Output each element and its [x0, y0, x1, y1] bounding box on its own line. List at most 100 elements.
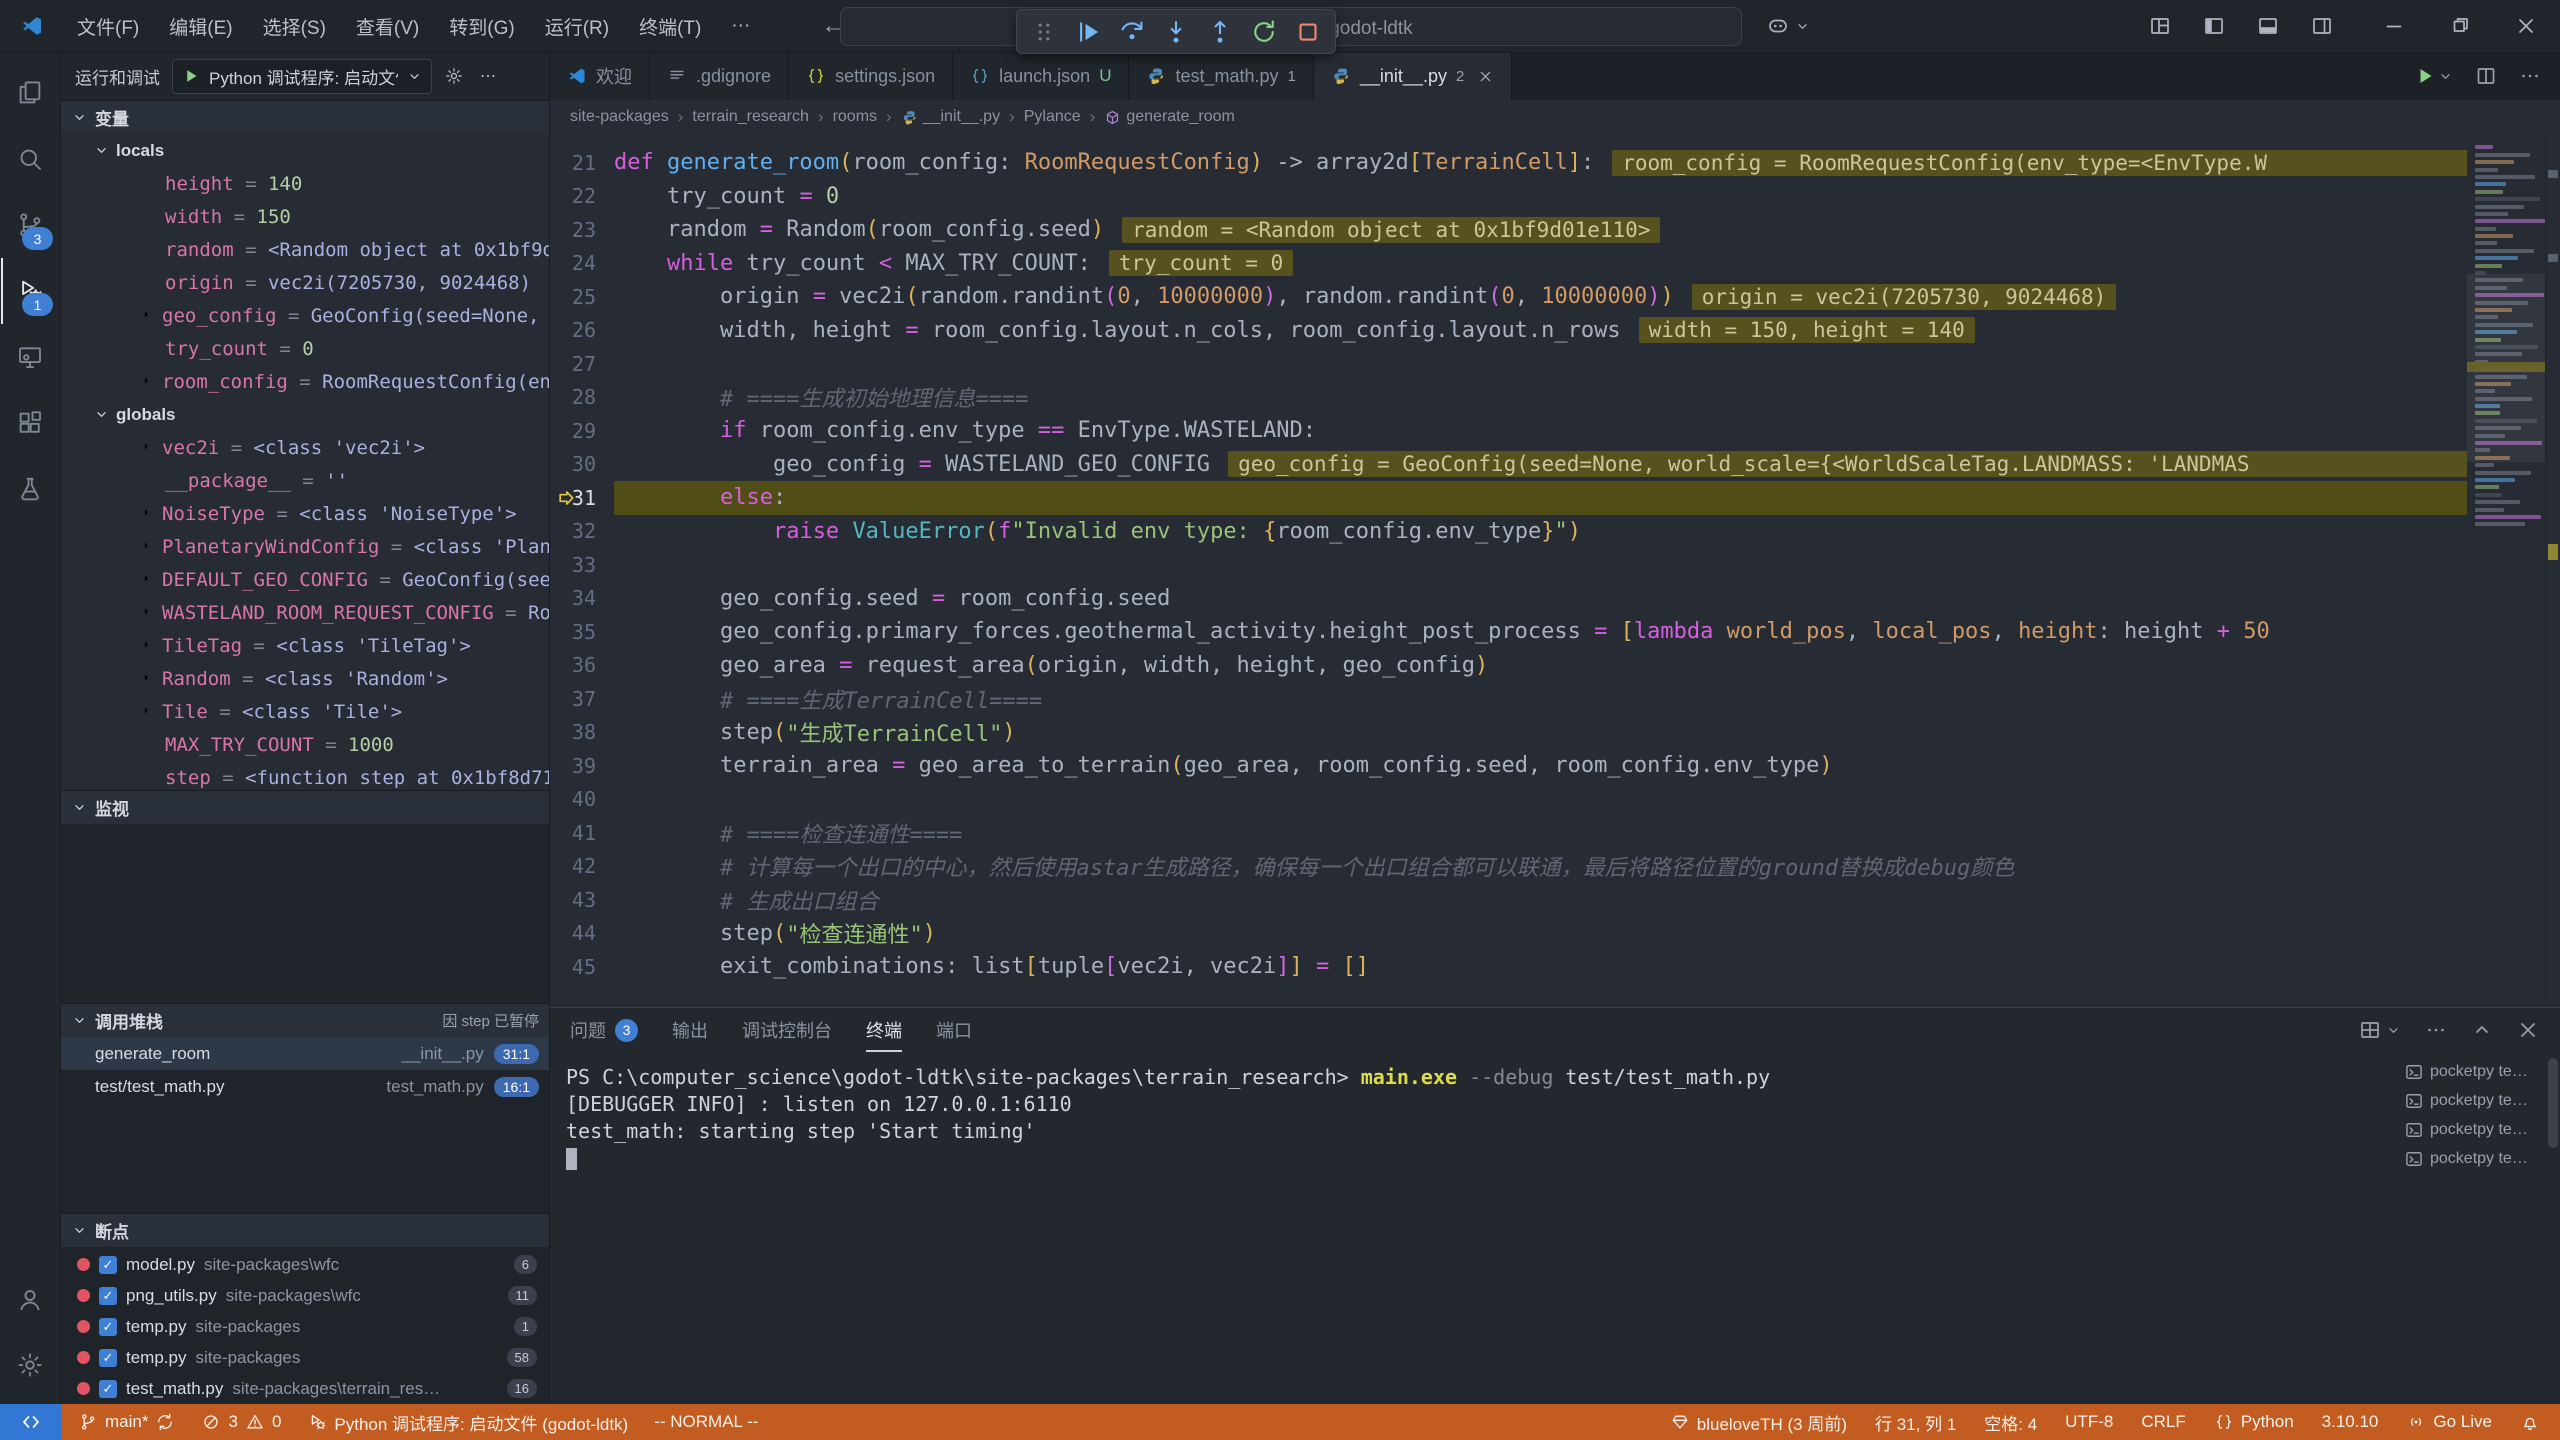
status-item[interactable] — [2520, 1412, 2540, 1432]
terminal-instance[interactable]: pocketpy te… — [2404, 1091, 2546, 1111]
callstack-frame[interactable]: test/test_math.pytest_math.py16:1 — [61, 1070, 549, 1103]
copilot-icon[interactable] — [1766, 14, 1790, 38]
menu-item[interactable]: 终端(T) — [624, 8, 716, 44]
variable-row[interactable]: try_count = 0 — [61, 332, 549, 365]
terminal-layout-icon[interactable] — [2358, 1018, 2382, 1042]
status-item-main*[interactable]: main* — [78, 1412, 175, 1432]
variable-row[interactable]: __package__ = '' — [61, 464, 549, 497]
code-line-33[interactable]: 33 — [550, 548, 2467, 582]
breadcrumb-item[interactable]: rooms — [833, 108, 877, 126]
code-line-44[interactable]: 44 step("检查连通性") — [550, 917, 2467, 951]
tab-test_math.py[interactable]: test_math.py1 — [1129, 52, 1313, 100]
panel-tab-输出[interactable]: 输出 — [672, 1008, 708, 1052]
variable-row[interactable]: width = 150 — [61, 200, 549, 233]
code-line-32[interactable]: 32 raise ValueError(f"Invalid env type: … — [550, 515, 2467, 549]
code-line-23[interactable]: 23 random = Random(room_config.seed)rand… — [550, 213, 2467, 247]
activity-remote-explorer[interactable] — [1, 324, 59, 390]
step-into-button[interactable] — [1159, 15, 1193, 49]
code-line-27[interactable]: 27 — [550, 347, 2467, 381]
variables-group[interactable]: locals — [61, 134, 549, 167]
status-item--- NORMAL --[interactable]: -- NORMAL -- — [654, 1412, 758, 1432]
code-line-36[interactable]: 36 geo_area = request_area(origin, width… — [550, 649, 2467, 683]
variables-group[interactable]: globals — [61, 398, 549, 431]
menu-item[interactable]: ··· — [716, 8, 765, 44]
variable-row[interactable]: DEFAULT_GEO_CONFIG = GeoConfig(seed=1… — [61, 563, 549, 596]
variable-row[interactable]: origin = vec2i(7205730, 9024468) — [61, 266, 549, 299]
variable-row[interactable]: MAX_TRY_COUNT = 1000 — [61, 728, 549, 761]
panel-tab-调试控制台[interactable]: 调试控制台 — [742, 1008, 832, 1052]
more-actions-icon[interactable] — [478, 66, 498, 86]
activity-account[interactable] — [1, 1266, 59, 1332]
variable-row[interactable]: Random = <class 'Random'> — [61, 662, 549, 695]
panel-tab-问题[interactable]: 问题3 — [570, 1008, 638, 1052]
close-tab-icon[interactable] — [1477, 68, 1494, 85]
run-python-file-icon[interactable] — [2413, 64, 2437, 88]
variable-row[interactable]: WASTELAND_ROOM_REQUEST_CONFIG = RoomR… — [61, 596, 549, 629]
variable-row[interactable]: PlanetaryWindConfig = <class 'Planeta… — [61, 530, 549, 563]
variable-row[interactable]: step = <function step at 0x1bf8d716d… — [61, 761, 549, 790]
debug-continue-button[interactable] — [1071, 15, 1105, 49]
code-line-37[interactable]: 37 # ====生成TerrainCell==== — [550, 682, 2467, 716]
terminal-scrollbar[interactable] — [2546, 1052, 2560, 1404]
status-item-Go Live[interactable]: Go Live — [2406, 1412, 2492, 1432]
debug-config-select[interactable]: Python 调试程序: 启动文件 — [172, 59, 432, 94]
breakpoint-checkbox[interactable]: ✓ — [99, 1380, 117, 1398]
step-over-button[interactable] — [1115, 15, 1149, 49]
chevron-down-icon[interactable] — [2385, 1022, 2402, 1039]
status-item-空格: 4[interactable]: 空格: 4 — [1984, 1410, 2037, 1435]
code-line-29[interactable]: 29 if room_config.env_type == EnvType.WA… — [550, 414, 2467, 448]
code-line-25[interactable]: 25 origin = vec2i(random.randint(0, 1000… — [550, 280, 2467, 314]
minimap-slider[interactable] — [2467, 274, 2545, 462]
customize-layout-icon[interactable] — [2148, 14, 2172, 38]
code-line-26[interactable]: 26 width, height = room_config.layout.n_… — [550, 314, 2467, 348]
breadcrumb-item[interactable]: Pylance — [1024, 108, 1081, 126]
window-minimize-icon[interactable] — [2382, 14, 2406, 38]
breakpoint-row[interactable]: ✓test_math.pysite-packages\terrain_res…1… — [61, 1373, 549, 1404]
status-item-CRLF[interactable]: CRLF — [2141, 1412, 2185, 1432]
debug-restart-button[interactable] — [1247, 15, 1281, 49]
code-line-30[interactable]: 30 geo_config = WASTELAND_GEO_CONFIGgeo_… — [550, 448, 2467, 482]
status-item-blueloveTH (3 周前)[interactable]: blueloveTH (3 周前) — [1670, 1410, 1847, 1435]
callstack-section-header[interactable]: 调用堆栈 因 step 已暂停 — [61, 1003, 549, 1037]
more-actions-icon[interactable] — [2518, 64, 2542, 88]
menu-item[interactable]: 文件(F) — [62, 8, 154, 44]
activity-search[interactable] — [1, 126, 59, 192]
code-line-39[interactable]: 39 terrain_area = geo_area_to_terrain(ge… — [550, 749, 2467, 783]
code-editor[interactable]: 21def generate_room(room_config: RoomReq… — [550, 134, 2560, 1007]
watch-section-header[interactable]: 监视 — [61, 790, 549, 824]
code-line-42[interactable]: 42 # 计算每一个出口的中心，然后使用astar生成路径，确保每一个出口组合都… — [550, 850, 2467, 884]
step-out-button[interactable] — [1203, 15, 1237, 49]
breadcrumb-item[interactable]: terrain_research — [692, 108, 809, 126]
breakpoint-checkbox[interactable]: ✓ — [99, 1318, 117, 1336]
activity-source-control[interactable]: 3 — [1, 192, 59, 258]
menu-item[interactable]: 选择(S) — [248, 8, 341, 44]
toggle-sidebar-right-icon[interactable] — [2310, 14, 2334, 38]
maximize-panel-icon[interactable] — [2470, 1018, 2494, 1042]
status-item-3[interactable]: 30 — [201, 1412, 281, 1432]
status-item-行 31, 列 1[interactable]: 行 31, 列 1 — [1875, 1410, 1956, 1435]
menu-item[interactable]: 运行(R) — [530, 8, 624, 44]
breakpoint-checkbox[interactable]: ✓ — [99, 1349, 117, 1367]
code-line-41[interactable]: 41 # ====检查连通性==== — [550, 816, 2467, 850]
variable-row[interactable]: room_config = RoomRequestConfig(env_t… — [61, 365, 549, 398]
status-item-Python[interactable]: Python — [2214, 1412, 2294, 1432]
code-line-21[interactable]: 21def generate_room(room_config: RoomReq… — [550, 146, 2467, 180]
menu-item[interactable]: 编辑(E) — [154, 8, 247, 44]
minimap[interactable] — [2467, 134, 2545, 1007]
breakpoint-row[interactable]: ✓temp.pysite-packages58 — [61, 1342, 549, 1373]
close-panel-icon[interactable] — [2516, 1018, 2540, 1042]
terminal-output[interactable]: PS C:\computer_science\godot-ldtk\site-p… — [550, 1052, 2404, 1404]
panel-tab-终端[interactable]: 终端 — [866, 1008, 902, 1052]
chevron-down-icon[interactable] — [2437, 68, 2454, 85]
toggle-sidebar-left-icon[interactable] — [2202, 14, 2226, 38]
code-line-31[interactable]: 31 else: — [550, 481, 2467, 515]
tab-__init__.py[interactable]: __init__.py2 — [1314, 52, 1512, 100]
breakpoint-row[interactable]: ✓model.pysite-packages\wfc6 — [61, 1249, 549, 1280]
tab-.gdignore[interactable]: .gdignore — [650, 52, 789, 100]
breadcrumb-item[interactable]: generate_room — [1104, 108, 1235, 126]
code-line-45[interactable]: 45 exit_combinations: list[tuple[vec2i, … — [550, 950, 2467, 984]
variables-section-header[interactable]: 变量 — [61, 100, 549, 134]
code-line-22[interactable]: 22 try_count = 0 — [550, 180, 2467, 214]
chevron-down-icon[interactable] — [1794, 18, 1811, 35]
menu-item[interactable]: 查看(V) — [341, 8, 434, 44]
